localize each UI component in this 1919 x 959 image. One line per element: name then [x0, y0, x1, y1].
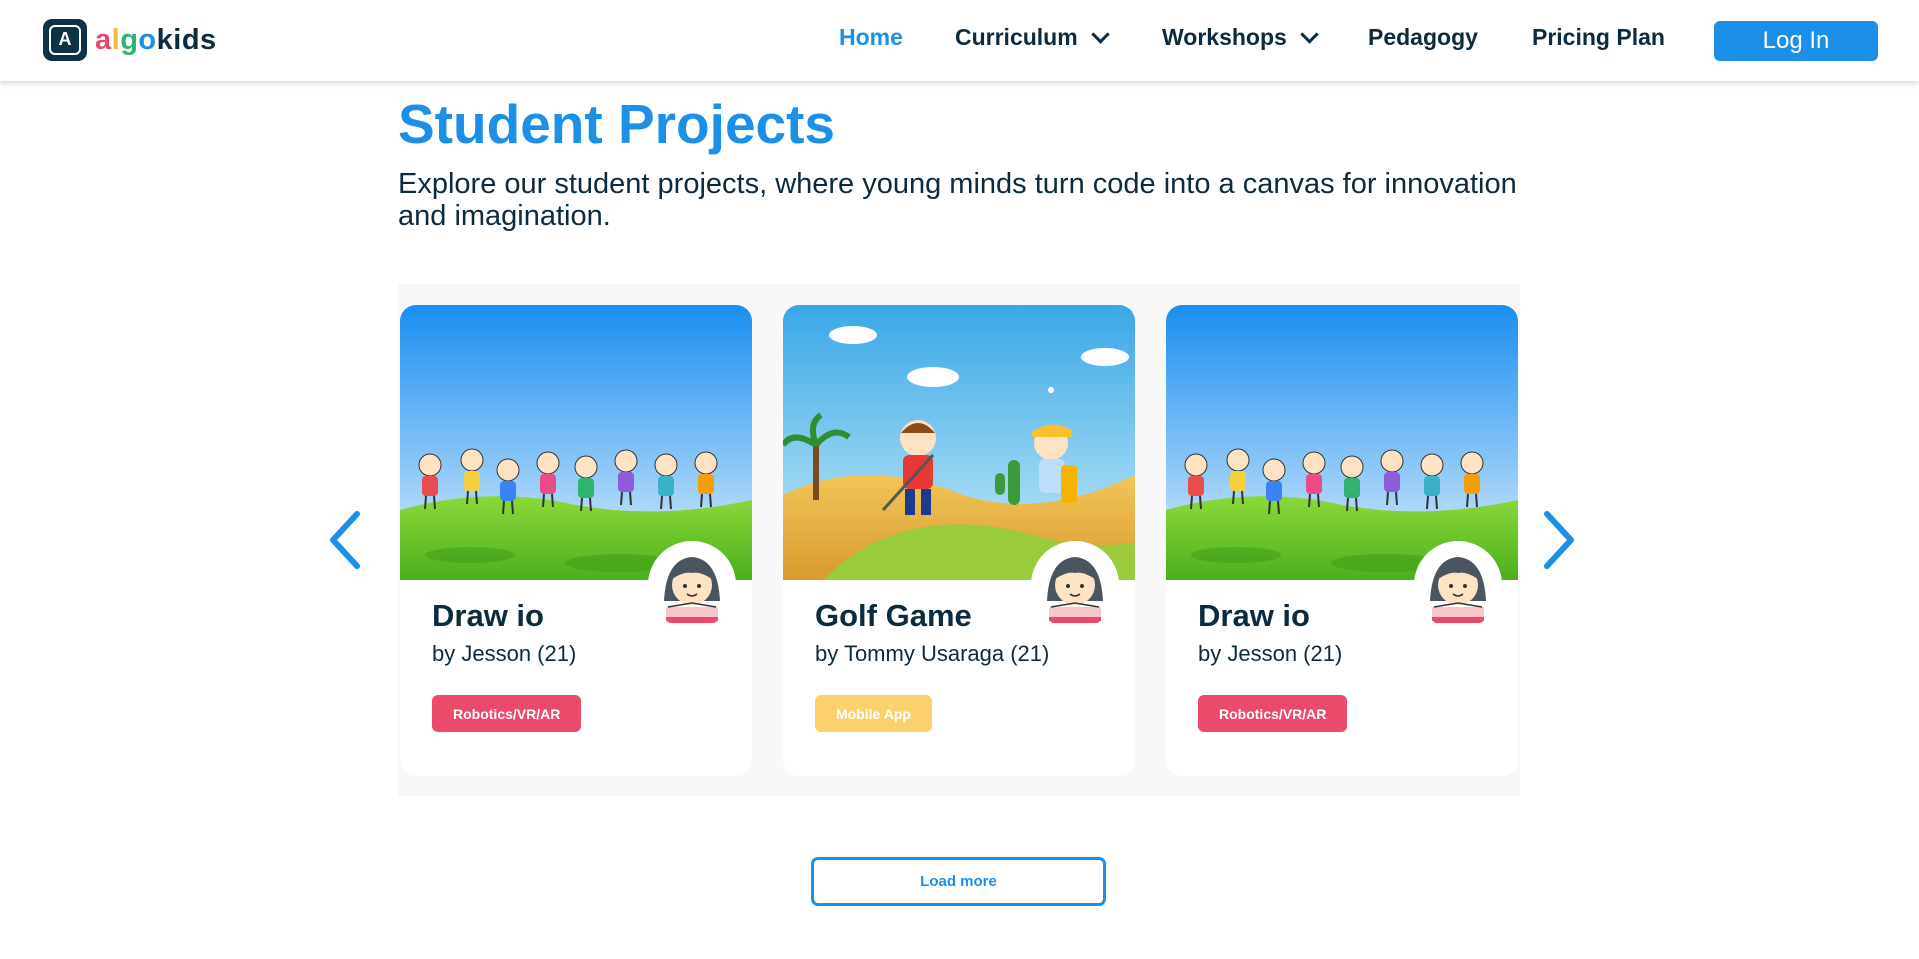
logo-badge-icon: A: [43, 19, 87, 61]
project-category-tag[interactable]: Robotics/VR/AR: [1198, 695, 1348, 732]
logo-letter: l: [111, 23, 121, 56]
project-title: Golf Game: [815, 598, 972, 633]
nav-pedagogy[interactable]: Pedagogy: [1368, 24, 1478, 51]
top-navbar: A algokids Home Curriculum Workshops Ped…: [0, 0, 1919, 81]
student-avatar: [1414, 541, 1502, 629]
load-more-button[interactable]: Load more: [811, 857, 1106, 906]
nav-pricing-plan[interactable]: Pricing Plan: [1532, 24, 1665, 51]
project-thumbnail-kids-holding-hands: [400, 305, 752, 580]
project-category-tag[interactable]: Robotics/VR/AR: [432, 695, 582, 732]
project-author: by Tommy Usaraga (21): [815, 641, 1050, 666]
project-author: by Jesson (21): [1198, 641, 1343, 666]
logo-letter: kids: [156, 23, 217, 56]
logo-letter: a: [95, 23, 112, 56]
page-subtitle: Explore our student projects, where youn…: [398, 168, 1517, 232]
nav-curriculum[interactable]: Curriculum: [955, 24, 1110, 51]
project-title: Draw io: [432, 598, 544, 633]
page-title: Student Projects: [398, 93, 836, 155]
algokids-logo[interactable]: A algokids: [43, 19, 217, 61]
chevron-down-icon: [1090, 25, 1110, 44]
project-category-tag[interactable]: Mobile App: [815, 695, 932, 732]
project-thumbnail-kids-holding-hands: [1166, 305, 1518, 580]
login-button[interactable]: Log In: [1714, 21, 1878, 61]
project-author: by Jesson (21): [432, 641, 577, 666]
logo-wordmark: algokids: [95, 23, 217, 56]
chevron-down-icon: [1300, 25, 1319, 44]
chevron-left-icon[interactable]: [327, 510, 363, 570]
project-card[interactable]: Draw io by Jesson (21) Robotics/VR/AR: [1166, 305, 1518, 776]
student-avatar: [648, 541, 736, 629]
logo-letter: o: [138, 23, 157, 56]
logo-letter: g: [120, 23, 139, 56]
chevron-right-icon[interactable]: [1541, 510, 1577, 570]
project-card[interactable]: Draw io by Jesson (21) Robotics/VR/AR: [400, 305, 752, 776]
project-title: Draw io: [1198, 598, 1310, 633]
nav-workshops[interactable]: Workshops: [1162, 24, 1319, 51]
project-thumbnail-golf-game: [783, 305, 1135, 580]
project-card[interactable]: Golf Game by Tommy Usaraga (21) Mobile A…: [783, 305, 1135, 776]
nav-home[interactable]: Home: [839, 24, 903, 51]
student-avatar: [1031, 541, 1119, 629]
